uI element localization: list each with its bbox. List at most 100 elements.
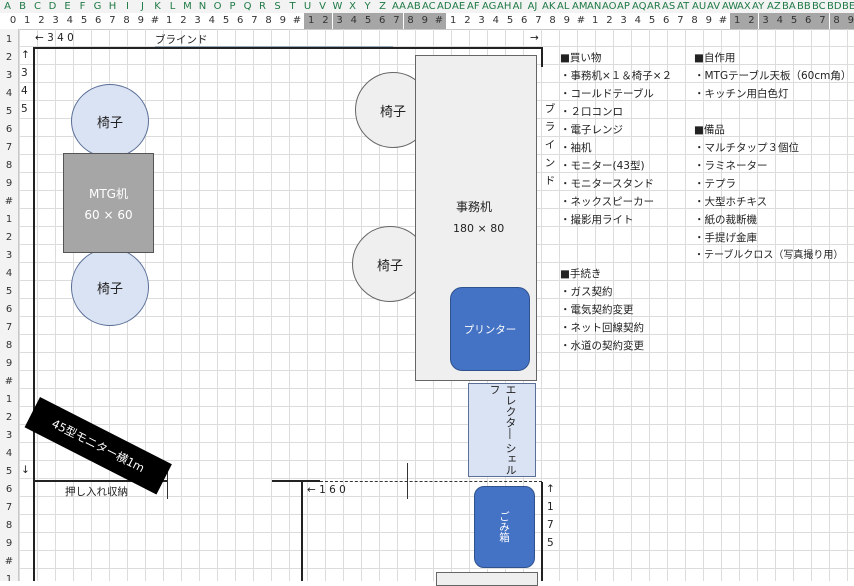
- column-letter[interactable]: J: [137, 0, 148, 13]
- chair-top-left[interactable]: 椅子: [71, 84, 149, 158]
- column-letter[interactable]: AJ: [527, 0, 538, 13]
- column-letter[interactable]: I: [122, 0, 133, 13]
- column-letter[interactable]: S: [272, 0, 283, 13]
- row-number[interactable]: 5: [0, 283, 18, 301]
- row-number[interactable]: 3: [0, 67, 18, 85]
- row-number[interactable]: 4: [0, 445, 18, 463]
- column-letter[interactable]: G: [92, 0, 103, 13]
- column-letter[interactable]: AM: [572, 0, 587, 13]
- column-letter[interactable]: V: [317, 0, 328, 13]
- column-letter[interactable]: E: [62, 0, 73, 13]
- chair-bottom-left[interactable]: 椅子: [71, 248, 149, 326]
- row-number[interactable]: 6: [0, 121, 18, 139]
- column-letter[interactable]: AQ: [632, 0, 647, 13]
- ruler-number: 9: [417, 13, 432, 29]
- row-number[interactable]: 5: [0, 103, 18, 121]
- column-letter[interactable]: D: [47, 0, 58, 13]
- column-letter[interactable]: F: [77, 0, 88, 13]
- column-letter[interactable]: AY: [752, 0, 764, 13]
- column-letter[interactable]: BD: [827, 0, 842, 13]
- column-letter[interactable]: AD: [437, 0, 452, 13]
- list-item: ・モニター(43型): [560, 160, 645, 172]
- row-number[interactable]: 4: [0, 85, 18, 103]
- row-number[interactable]: 9: [0, 535, 18, 553]
- printer[interactable]: プリンター: [450, 287, 530, 371]
- column-letter[interactable]: X: [347, 0, 358, 13]
- column-letter[interactable]: AV: [707, 0, 720, 13]
- row-number[interactable]: #: [0, 193, 18, 211]
- column-letter[interactable]: AG: [482, 0, 496, 13]
- dashed-line: [320, 481, 542, 482]
- column-letter[interactable]: AR: [647, 0, 661, 13]
- row-number[interactable]: 2: [0, 229, 18, 247]
- column-letter[interactable]: BE: [842, 0, 854, 13]
- row-number[interactable]: 8: [0, 517, 18, 535]
- column-letter[interactable]: M: [182, 0, 193, 13]
- row-number[interactable]: #: [0, 553, 18, 571]
- row-number[interactable]: 1: [0, 571, 18, 581]
- column-letter[interactable]: AS: [662, 0, 675, 13]
- column-letter[interactable]: AU: [692, 0, 706, 13]
- row-number[interactable]: 2: [0, 49, 18, 67]
- column-letter[interactable]: C: [32, 0, 43, 13]
- trash-bin[interactable]: ごみ箱: [474, 486, 535, 568]
- row-number[interactable]: 2: [0, 409, 18, 427]
- column-letter[interactable]: R: [257, 0, 268, 13]
- column-letter[interactable]: Z: [377, 0, 388, 13]
- column-letter[interactable]: U: [302, 0, 313, 13]
- column-letter[interactable]: AN: [587, 0, 601, 13]
- row-number[interactable]: 7: [0, 139, 18, 157]
- row-number[interactable]: 3: [0, 247, 18, 265]
- row-number[interactable]: 6: [0, 481, 18, 499]
- office-desk-label: 事務机: [456, 200, 493, 214]
- column-letter[interactable]: Y: [362, 0, 373, 13]
- column-letter[interactable]: AP: [617, 0, 630, 13]
- column-letter[interactable]: P: [227, 0, 238, 13]
- row-number[interactable]: 1: [0, 211, 18, 229]
- row-number[interactable]: 9: [0, 355, 18, 373]
- row-number[interactable]: 9: [0, 175, 18, 193]
- column-letter[interactable]: AA: [392, 0, 406, 13]
- column-letter[interactable]: AX: [737, 0, 751, 13]
- column-letter[interactable]: AO: [602, 0, 617, 13]
- column-letter[interactable]: W: [332, 0, 343, 13]
- column-letter[interactable]: Q: [242, 0, 253, 13]
- column-letter[interactable]: AE: [452, 0, 465, 13]
- column-letter[interactable]: AK: [542, 0, 555, 13]
- column-letter[interactable]: T: [287, 0, 298, 13]
- column-letter[interactable]: AZ: [767, 0, 781, 13]
- row-number[interactable]: 6: [0, 301, 18, 319]
- row-number[interactable]: 4: [0, 265, 18, 283]
- blind-char: イ: [544, 139, 556, 151]
- row-number[interactable]: 8: [0, 157, 18, 175]
- column-letter[interactable]: N: [197, 0, 208, 13]
- column-letter[interactable]: BB: [797, 0, 811, 13]
- column-letter[interactable]: AL: [557, 0, 569, 13]
- column-letter[interactable]: B: [17, 0, 28, 13]
- column-letter[interactable]: O: [212, 0, 223, 13]
- row-number[interactable]: 7: [0, 319, 18, 337]
- column-letter[interactable]: AI: [512, 0, 523, 13]
- column-letter[interactable]: AC: [422, 0, 436, 13]
- row-number[interactable]: 1: [0, 31, 18, 49]
- list-item: ・手提げ金庫: [694, 232, 757, 244]
- column-letter[interactable]: A: [2, 0, 13, 13]
- row-number[interactable]: 3: [0, 427, 18, 445]
- mtg-desk[interactable]: MTG机 60 × 60: [63, 153, 154, 253]
- column-letter[interactable]: AH: [497, 0, 511, 13]
- column-letter[interactable]: AW: [722, 0, 738, 13]
- erecta-shelf[interactable]: エレクタ― シェルフ: [468, 383, 536, 477]
- row-number[interactable]: #: [0, 373, 18, 391]
- row-number[interactable]: 1: [0, 391, 18, 409]
- column-letter[interactable]: BC: [812, 0, 826, 13]
- column-letter[interactable]: AB: [407, 0, 421, 13]
- column-letter[interactable]: AT: [677, 0, 689, 13]
- row-number[interactable]: 8: [0, 337, 18, 355]
- column-letter[interactable]: H: [107, 0, 118, 13]
- column-letter[interactable]: BA: [782, 0, 796, 13]
- row-number[interactable]: 7: [0, 499, 18, 517]
- column-letter[interactable]: AF: [467, 0, 480, 13]
- column-letter[interactable]: L: [167, 0, 178, 13]
- column-letter[interactable]: K: [152, 0, 163, 13]
- row-number[interactable]: 5: [0, 463, 18, 481]
